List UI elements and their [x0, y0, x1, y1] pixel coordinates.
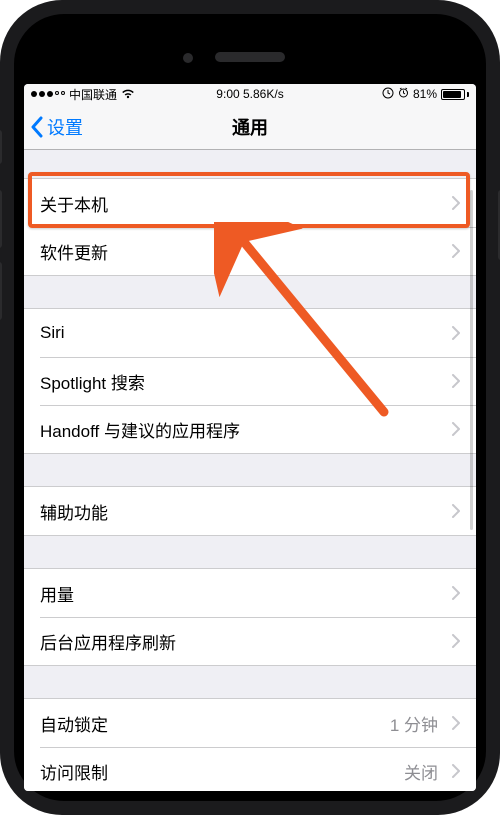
chevron-left-icon [30, 116, 43, 138]
status-bar: 中国联通 9:00 5.86K/s 81% [24, 84, 476, 104]
status-time: 9:00 5.86K/s [216, 87, 283, 101]
back-button[interactable]: 设置 [30, 104, 83, 149]
row-siri[interactable]: Siri [24, 309, 476, 357]
row-label: Siri [40, 323, 65, 343]
chevron-right-icon [452, 504, 460, 518]
row-label: 后台应用程序刷新 [40, 629, 176, 654]
phone-frame: 中国联通 9:00 5.86K/s 81% [0, 0, 500, 815]
row-value: 关闭 [404, 759, 438, 784]
carrier-label: 中国联通 [69, 86, 117, 103]
row-label: 用量 [40, 581, 74, 606]
group-about: 关于本机 软件更新 [24, 178, 476, 276]
row-spotlight[interactable]: Spotlight 搜索 [24, 357, 476, 405]
row-label: Spotlight 搜索 [40, 369, 145, 394]
mute-switch [0, 130, 2, 164]
orientation-lock-icon [382, 87, 394, 102]
screen: 中国联通 9:00 5.86K/s 81% [24, 84, 476, 791]
volume-down [0, 262, 2, 320]
chevron-right-icon [452, 634, 460, 648]
page-title: 通用 [232, 114, 268, 140]
signal-dots-icon [31, 91, 65, 97]
row-label: Handoff 与建议的应用程序 [40, 417, 240, 442]
settings-content[interactable]: 关于本机 软件更新 Siri Spotlight 搜索 [24, 150, 476, 791]
scroll-indicator [470, 190, 473, 530]
row-label: 访问限制 [40, 759, 108, 784]
chevron-right-icon [452, 326, 460, 340]
row-handoff[interactable]: Handoff 与建议的应用程序 [24, 405, 476, 453]
chevron-right-icon [452, 196, 460, 210]
group-lock: 自动锁定 1 分钟 访问限制 关闭 [24, 698, 476, 791]
row-label: 关于本机 [40, 191, 108, 216]
nav-bar: 设置 通用 [24, 104, 476, 150]
battery-icon [441, 89, 469, 100]
row-about[interactable]: 关于本机 [24, 179, 476, 227]
battery-pct: 81% [413, 87, 437, 101]
group-siri: Siri Spotlight 搜索 Handoff 与建议的应用程序 [24, 308, 476, 454]
row-accessibility[interactable]: 辅助功能 [24, 487, 476, 535]
row-background-refresh[interactable]: 后台应用程序刷新 [24, 617, 476, 665]
chevron-right-icon [452, 374, 460, 388]
chevron-right-icon [452, 716, 460, 730]
chevron-right-icon [452, 764, 460, 778]
row-value: 1 分钟 [390, 711, 438, 736]
chevron-right-icon [452, 422, 460, 436]
row-label: 自动锁定 [40, 711, 108, 736]
volume-up [0, 190, 2, 248]
chevron-right-icon [452, 586, 460, 600]
wifi-icon [121, 89, 135, 99]
row-restrictions[interactable]: 访问限制 关闭 [24, 747, 476, 791]
row-label: 辅助功能 [40, 499, 108, 524]
group-usage: 用量 后台应用程序刷新 [24, 568, 476, 666]
row-software-update[interactable]: 软件更新 [24, 227, 476, 275]
row-label: 软件更新 [40, 239, 108, 264]
back-label: 设置 [47, 114, 83, 140]
earpiece [215, 52, 285, 62]
group-accessibility: 辅助功能 [24, 486, 476, 536]
alarm-icon [398, 87, 409, 101]
chevron-right-icon [452, 244, 460, 258]
row-usage[interactable]: 用量 [24, 569, 476, 617]
row-auto-lock[interactable]: 自动锁定 1 分钟 [24, 699, 476, 747]
